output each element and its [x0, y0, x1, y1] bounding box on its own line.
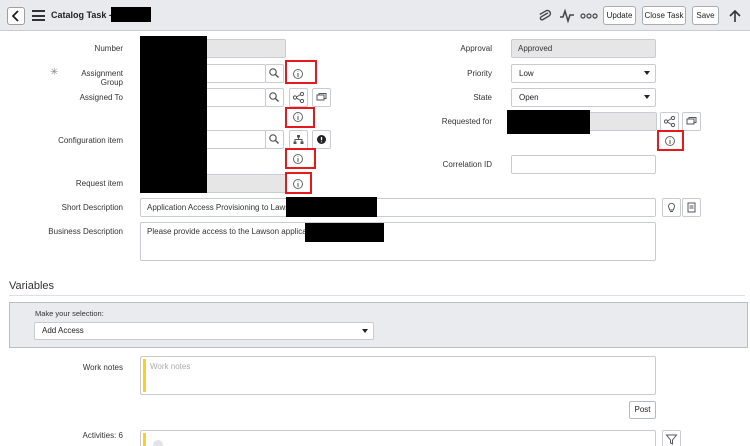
- number-label: Number: [94, 44, 123, 53]
- priority-value: Low: [519, 69, 534, 78]
- variables-panel: Make your selection: Add Access: [9, 302, 748, 348]
- activity-icon[interactable]: [559, 8, 575, 24]
- search-icon: [269, 92, 279, 102]
- search-icon: [269, 134, 279, 144]
- configuration-item-hierarchy-button[interactable]: [289, 130, 308, 149]
- configuration-item-alert-button[interactable]: [312, 130, 331, 149]
- template-button[interactable]: [682, 198, 701, 217]
- menu-icon[interactable]: [32, 10, 45, 21]
- priority-label: Priority: [467, 69, 492, 78]
- configuration-item-label: Configuration item: [58, 136, 123, 145]
- state-value: Open: [519, 93, 539, 102]
- filter-button[interactable]: [662, 430, 681, 446]
- activities-stream: [140, 430, 656, 446]
- chevron-down-icon: [644, 95, 650, 99]
- book-icon: [687, 202, 696, 213]
- business-description-label: Business Description: [48, 227, 123, 236]
- attachment-icon[interactable]: [536, 8, 552, 24]
- redacted-task-number: [111, 7, 151, 22]
- selection-select[interactable]: Add Access: [34, 322, 374, 340]
- state-label: State: [473, 93, 492, 102]
- scroll-up-icon[interactable]: [727, 8, 743, 24]
- highlight-box: [285, 172, 312, 194]
- page-title: Catalog Task -: [51, 10, 112, 20]
- assigned-to-preview-button[interactable]: [312, 88, 331, 107]
- approval-field: Approved: [511, 39, 656, 58]
- selection-label: Make your selection:: [35, 309, 104, 318]
- back-icon: [11, 10, 19, 22]
- work-notes-accent: [143, 359, 146, 392]
- correlation-id-label: Correlation ID: [442, 160, 492, 169]
- highlight-box: [285, 107, 315, 128]
- catalog-task-form: Catalog Task - Update Close Task Save Nu…: [0, 0, 750, 446]
- priority-select[interactable]: Low: [511, 64, 656, 83]
- short-description-input[interactable]: Application Access Provisioning to Lawso…: [140, 198, 656, 217]
- divider: [9, 295, 745, 296]
- redacted-requester: [507, 110, 590, 134]
- share-icon: [292, 91, 305, 104]
- work-notes-placeholder: Work notes: [150, 362, 191, 371]
- update-button[interactable]: Update: [603, 6, 636, 25]
- lightbulb-icon: [668, 202, 675, 212]
- requested-for-preview-button[interactable]: [682, 112, 701, 131]
- short-description-label: Short Description: [61, 203, 123, 212]
- suggestion-button[interactable]: [662, 198, 681, 217]
- chevron-down-icon: [644, 71, 650, 75]
- business-description-value: Please provide access to the Lawson appl…: [147, 227, 320, 236]
- state-select[interactable]: Open: [511, 88, 656, 107]
- redacted-business-description: [305, 223, 384, 242]
- back-button[interactable]: [7, 7, 25, 25]
- share-icon: [663, 115, 676, 128]
- close-task-button[interactable]: Close Task: [642, 6, 686, 25]
- requested-for-label: Requested for: [441, 117, 492, 126]
- business-description-textarea[interactable]: Please provide access to the Lawson appl…: [140, 222, 656, 261]
- avatar: [153, 440, 163, 446]
- redacted-values: [140, 36, 207, 193]
- correlation-id-input[interactable]: [511, 155, 656, 174]
- window-icon: [686, 117, 697, 125]
- more-icon[interactable]: [580, 8, 598, 24]
- assignment-group-label: Assignment Group: [81, 69, 123, 87]
- assigned-to-lookup-button[interactable]: [265, 88, 284, 107]
- assigned-to-related-button[interactable]: [289, 88, 308, 107]
- configuration-item-lookup-button[interactable]: [265, 130, 284, 149]
- filter-icon: [665, 434, 678, 445]
- search-icon: [269, 68, 279, 78]
- activity-accent: [143, 433, 146, 446]
- assignment-group-lookup-button[interactable]: [265, 64, 284, 83]
- highlight-box: [285, 148, 316, 169]
- highlight-box: [285, 60, 317, 84]
- activities-label: Activities: 6: [82, 431, 123, 440]
- window-icon: [316, 93, 327, 101]
- mandatory-icon: ✳: [50, 67, 59, 78]
- approval-label: Approval: [460, 44, 492, 53]
- short-description-value: Application Access Provisioning to Lawso…: [147, 203, 299, 212]
- chevron-down-icon: [362, 329, 368, 333]
- requested-for-related-button[interactable]: [660, 112, 679, 131]
- request-item-label: Request item: [75, 179, 123, 188]
- assigned-to-label: Assigned To: [79, 93, 123, 102]
- header-bar: Catalog Task - Update Close Task Save: [0, 0, 750, 31]
- work-notes-label: Work notes: [82, 363, 123, 372]
- hierarchy-icon: [293, 135, 304, 144]
- save-button[interactable]: Save: [692, 6, 719, 25]
- work-notes-textarea[interactable]: Work notes: [140, 356, 656, 395]
- variables-section-title: Variables: [9, 280, 55, 292]
- approval-value: Approved: [518, 44, 553, 53]
- redacted-short-description: [286, 197, 377, 217]
- alert-icon: [317, 135, 326, 144]
- post-button[interactable]: Post: [629, 401, 656, 419]
- selection-value: Add Access: [42, 326, 84, 335]
- highlight-box: [657, 130, 684, 151]
